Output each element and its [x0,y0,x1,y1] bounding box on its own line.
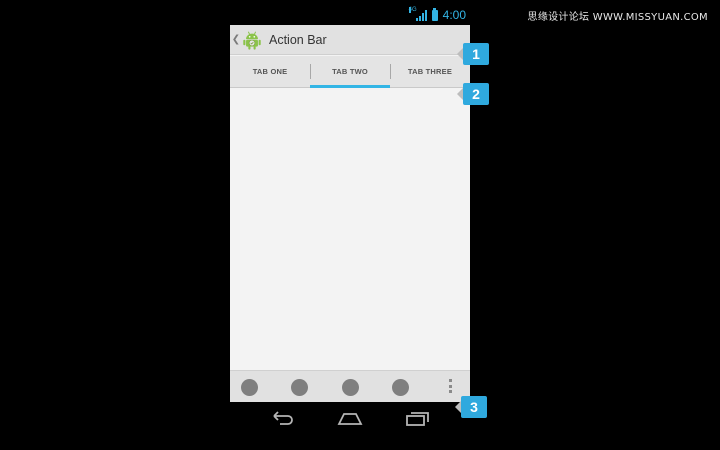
callout-2: 2 [457,83,489,105]
tab-two[interactable]: TAB TWO [310,56,390,88]
back-icon[interactable] [268,408,298,428]
tab-label: TAB TWO [332,67,368,76]
tab-label: TAB THREE [407,67,453,76]
tab-three[interactable]: TAB THREE [390,56,470,87]
action-bar-title: Action Bar [269,32,327,47]
battery-icon [431,7,438,21]
tab-one[interactable]: TAB ONE [230,56,310,87]
tab-label: TAB ONE [252,67,288,76]
callout-3: 3 [455,396,487,418]
phone-screen: ❮ Action Bar TAB ONE TAB TWO TAB THREE [230,25,470,402]
status-clock: 4:00 [442,8,466,22]
android-robot-icon[interactable] [241,29,263,51]
selected-tab-indicator [310,85,390,88]
navigation-bar [230,402,470,434]
watermark: 思缘设计论坛 WWW.MISSYUAN.COM [527,12,708,23]
action-bar: ❮ Action Bar [230,25,470,55]
action-item-3[interactable] [342,379,359,396]
network-type: 4G [408,6,417,13]
content-area [230,89,470,370]
home-icon[interactable] [335,408,365,428]
action-item-1[interactable] [241,379,258,396]
recents-icon[interactable] [403,408,433,428]
up-caret-icon[interactable]: ❮ [231,34,241,45]
tab-bar: TAB ONE TAB TWO TAB THREE [230,56,470,88]
signal-icon: 4G [408,6,427,21]
action-item-2[interactable] [291,379,308,396]
split-action-bar [230,370,470,402]
callout-1: 1 [457,43,489,65]
status-bar: 4G 4:00 [230,6,470,24]
overflow-menu-icon[interactable] [449,379,453,395]
action-item-4[interactable] [392,379,409,396]
